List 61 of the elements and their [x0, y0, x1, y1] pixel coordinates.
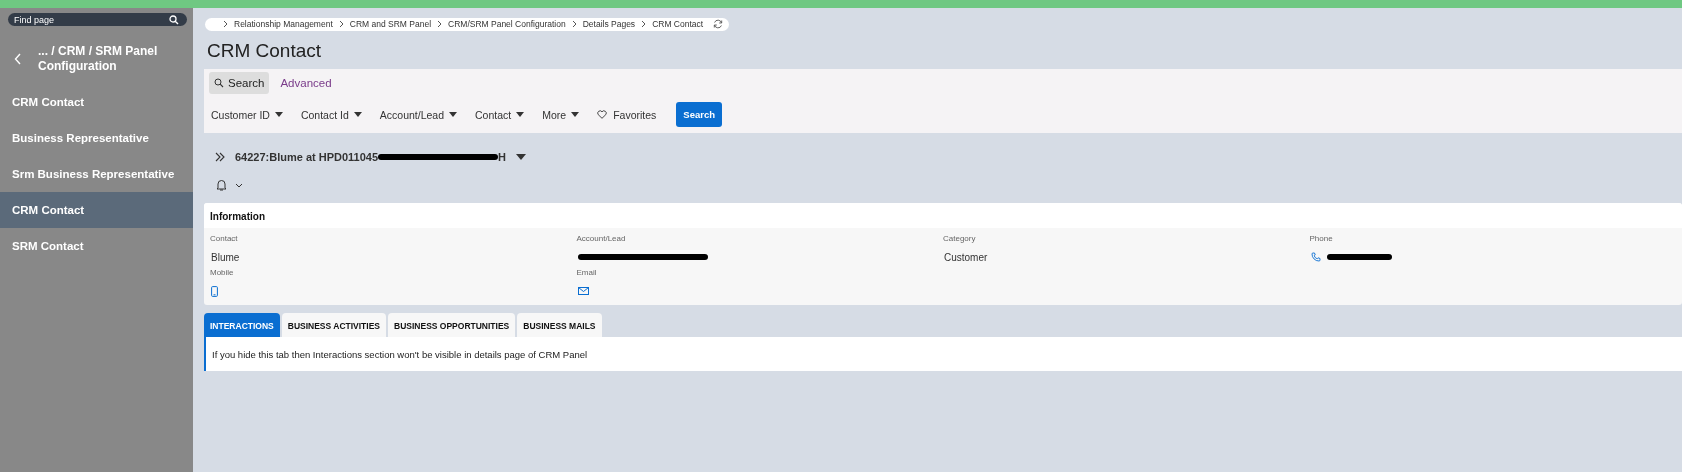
- sidebar-item[interactable]: CRM Contact: [0, 84, 193, 120]
- search-mode-tab[interactable]: Advanced: [275, 72, 337, 94]
- tab-message: If you hide this tab then Interactions section won't be visible in details page of CRM Panel: [212, 349, 588, 360]
- refresh-icon[interactable]: [713, 19, 724, 29]
- field-label: Email: [576, 268, 598, 277]
- sidebar-item[interactable]: Srm Business Representative: [0, 156, 193, 192]
- field-label: Contact: [210, 234, 239, 243]
- filter-dropdown[interactable]: Contact Id: [298, 108, 364, 121]
- field-label: Category: [943, 234, 977, 243]
- favorites-button[interactable]: Favorites: [595, 108, 659, 121]
- page-title: CRM Contact: [207, 40, 323, 62]
- redaction-mark: [1326, 254, 1392, 260]
- mobile-phone-icon[interactable]: [211, 285, 218, 297]
- caret-icon[interactable]: [516, 154, 527, 160]
- caret-icon: [571, 112, 580, 117]
- field-label: Mobile: [210, 268, 235, 277]
- breadcrumb-link[interactable]: CRM/SRM Panel Configuration: [448, 19, 566, 29]
- sidebar-item[interactable]: CRM Contact: [0, 192, 193, 228]
- sidebar-item[interactable]: Business Representative: [0, 120, 193, 156]
- tab[interactable]: INTERACTIONS: [204, 313, 280, 337]
- tab[interactable]: BUSINESS OPPORTUNITIES: [388, 313, 516, 337]
- chevron-right-icon: [641, 20, 647, 28]
- back-chevron-icon[interactable]: [14, 53, 22, 65]
- record-title: 64227:Blume at HPD011045: [235, 151, 379, 163]
- chevron-down-icon[interactable]: [235, 182, 243, 188]
- caret-icon: [353, 112, 362, 117]
- breadcrumb-link[interactable]: Relationship Management: [234, 19, 333, 29]
- filter-dropdown[interactable]: More: [540, 108, 582, 121]
- phone-icon[interactable]: [1310, 252, 1321, 262]
- field-value: Customer: [944, 251, 988, 263]
- search-field[interactable]: Find page: [8, 13, 187, 26]
- caret-icon: [449, 112, 458, 117]
- caret-icon: [274, 112, 283, 117]
- chevron-right-icon: [223, 20, 228, 28]
- sidebar-title: ... / CRM / SRM Panel Configuration: [38, 44, 158, 74]
- bell-icon[interactable]: [216, 179, 227, 191]
- filter-dropdown[interactable]: Customer ID: [209, 108, 285, 121]
- chevron-right-icon: [571, 20, 577, 28]
- envelope-icon[interactable]: [577, 287, 589, 295]
- tab[interactable]: BUSINESS ACTIVITIES: [281, 313, 386, 337]
- search-button[interactable]: Search: [676, 102, 723, 127]
- field-value: Blume: [211, 251, 240, 263]
- filter-dropdown[interactable]: Contact: [473, 108, 527, 121]
- heart-icon: [597, 110, 608, 119]
- chevron-right-icon: [437, 20, 443, 28]
- breadcrumb-link[interactable]: CRM Contact: [652, 19, 704, 29]
- field-label: Account/Lead: [576, 234, 627, 243]
- caret-icon: [516, 112, 525, 117]
- record-title: H: [498, 151, 507, 163]
- breadcrumb-link[interactable]: Details Pages: [582, 19, 636, 29]
- breadcrumb-link[interactable]: CRM and SRM Panel: [349, 19, 432, 29]
- search-mode-tab[interactable]: Search: [209, 72, 270, 94]
- card-title: Information: [210, 211, 265, 222]
- chevron-right-icon: [338, 20, 344, 28]
- search-icon: [214, 78, 224, 88]
- double-chevron-icon[interactable]: [215, 152, 225, 162]
- filter-dropdown[interactable]: Account/Lead: [377, 108, 460, 121]
- field-label: Phone: [1309, 234, 1334, 243]
- search-icon: [169, 14, 179, 25]
- tab[interactable]: BUSINESS MAILS: [517, 313, 602, 337]
- sidebar-item[interactable]: SRM Contact: [0, 228, 193, 264]
